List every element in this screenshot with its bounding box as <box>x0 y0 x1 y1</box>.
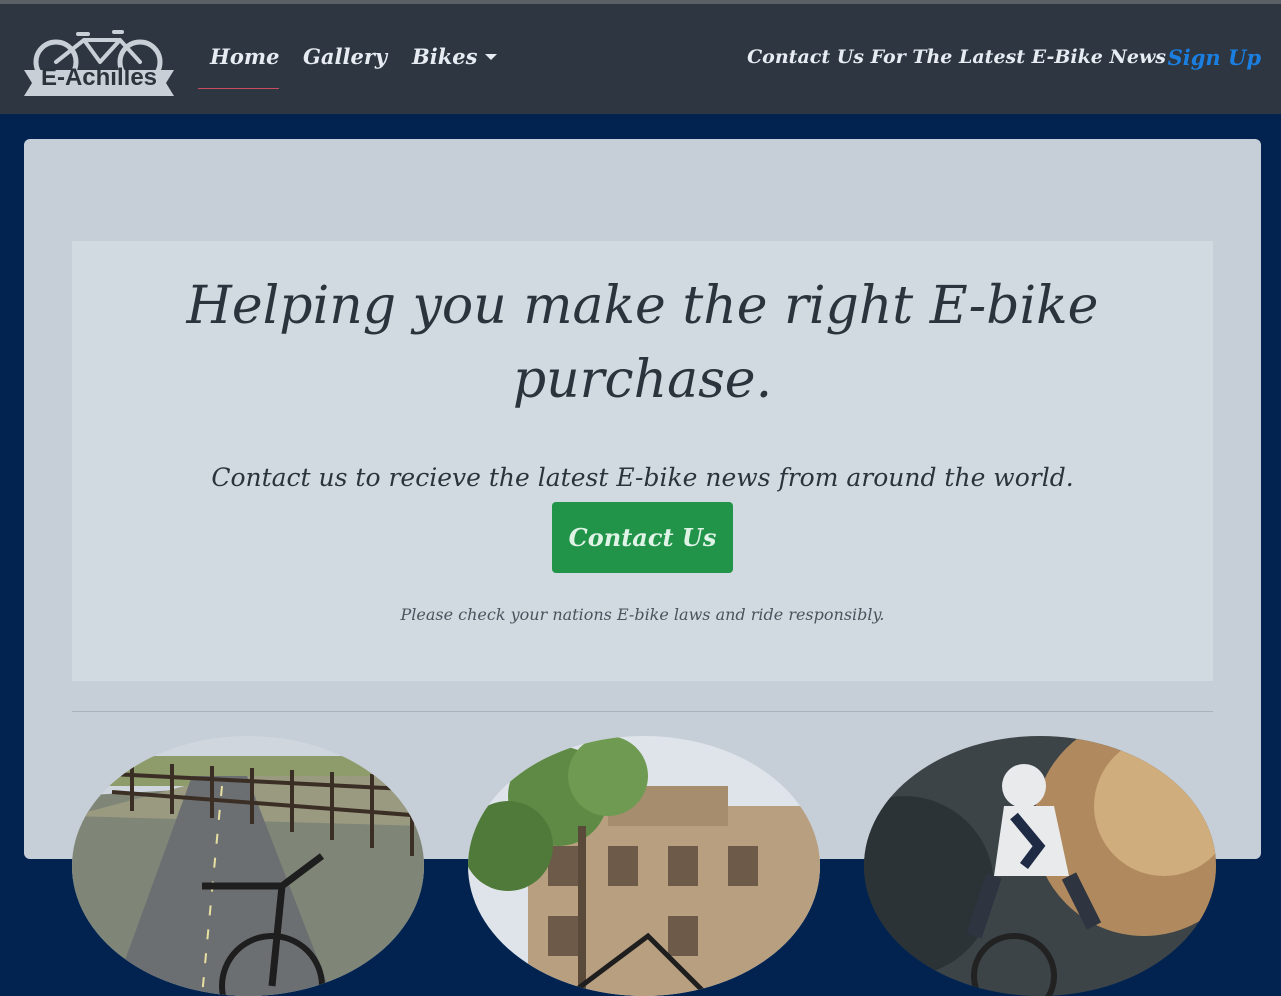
disclaimer-text: Please check your nations E-bike laws an… <box>400 605 885 624</box>
caret-down-icon <box>485 54 498 60</box>
hero-subtitle: Contact us to recieve the latest E-bike … <box>211 463 1074 492</box>
bike-photo-path[interactable] <box>72 736 424 996</box>
brand-logo[interactable]: E-Achilles <box>22 26 176 100</box>
active-nav-indicator <box>198 88 279 89</box>
nav-home[interactable]: Home <box>210 44 279 69</box>
hero-title: Helping you make the right E-bike purcha… <box>186 276 1099 410</box>
section-divider <box>72 711 1213 712</box>
nav-contact-link[interactable]: Contact Us For The Latest E-Bike News <box>747 46 1166 68</box>
logo-text: E-Achilles <box>40 64 158 91</box>
bike-photo-street[interactable] <box>468 736 820 996</box>
nav-signup-link[interactable]: Sign Up <box>1168 45 1261 70</box>
hero-jumbotron: Helping you make the right E-bike purcha… <box>72 241 1213 681</box>
contact-us-button[interactable]: Contact Us <box>552 502 733 573</box>
nav-gallery[interactable]: Gallery <box>303 44 387 69</box>
nav-bikes-dropdown[interactable]: Bikes <box>412 44 498 69</box>
main-panel: Helping you make the right E-bike purcha… <box>24 139 1261 996</box>
bike-photo-mountain[interactable] <box>864 736 1216 996</box>
nav-bikes-label: Bikes <box>412 44 478 69</box>
navbar: E-Achilles Home Gallery Bikes Contact Us… <box>0 4 1281 114</box>
